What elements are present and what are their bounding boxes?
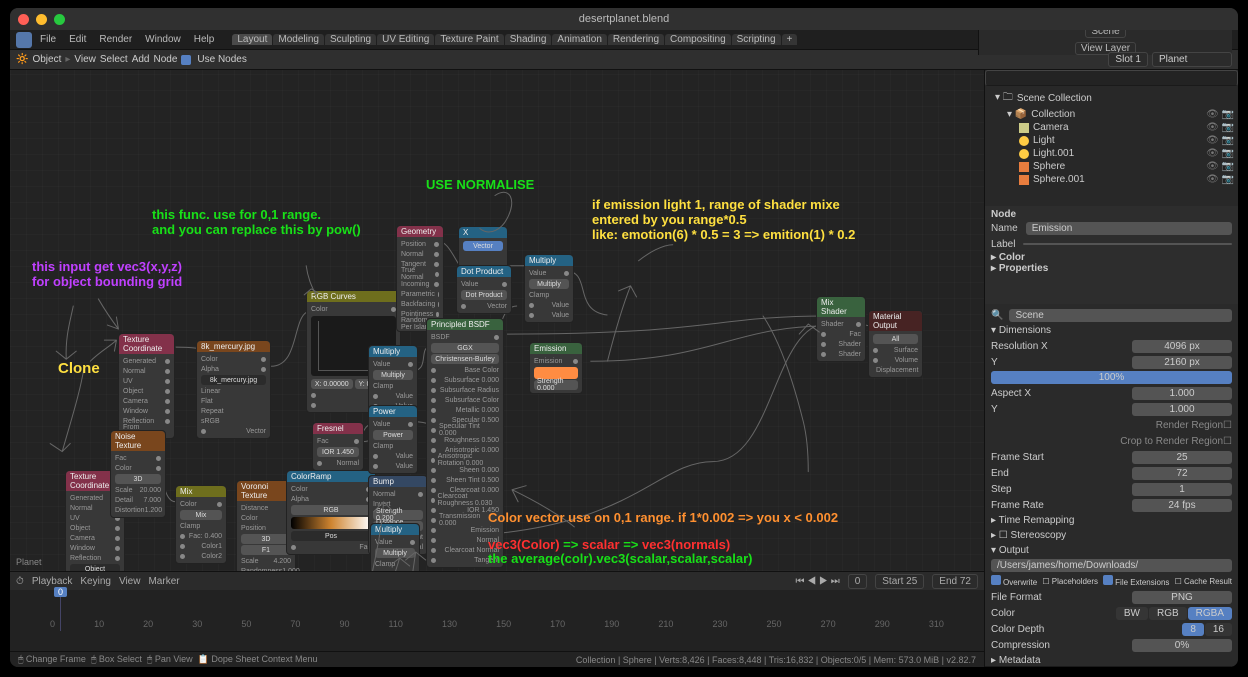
node-header: Fresnel	[313, 423, 363, 434]
blender-icon[interactable]	[16, 32, 32, 48]
node-math-multiply-1[interactable]: Multiply Value Multiply Clamp Value Valu…	[368, 345, 418, 414]
node-math-power[interactable]: Power Value Power Clamp Value Value	[368, 405, 418, 474]
anno-average: the average(colr).vec3(scalar,scalar,sca…	[488, 552, 753, 567]
node-texture-coordinate[interactable]: Texture Coordinate Generated Normal UV O…	[118, 333, 175, 439]
workspace-tabs: Layout Modeling Sculpting UV Editing Tex…	[232, 34, 798, 45]
color-mode-toggle[interactable]: BW RGB RGBA	[1116, 607, 1232, 620]
anno-vec3color: vec3(Color) => scalar => vec3(normals)	[488, 538, 730, 553]
node-header: Texture Coordinate	[119, 334, 174, 354]
timeline-ruler: 010 2030 5070 90110 130150 170190 210230…	[10, 619, 984, 635]
tab-shading[interactable]: Shading	[505, 34, 552, 45]
light-icon	[1019, 149, 1029, 159]
tl-playback[interactable]: Playback	[32, 576, 73, 587]
camera-icon	[1019, 123, 1029, 133]
file-format-dropdown[interactable]: PNG	[1132, 591, 1232, 604]
n-panel-node: Node NameEmission Label ▸ Color ▸ Proper…	[985, 206, 1238, 304]
node-editor[interactable]: Texture Coordinate Generated Normal UV O…	[10, 70, 984, 571]
tab-layout[interactable]: Layout	[232, 34, 272, 45]
tl-end[interactable]: End 72	[932, 574, 978, 589]
node-vector-math-dot[interactable]: Dot Product Value Dot Product Vector	[456, 265, 512, 314]
outliner-search[interactable]	[985, 70, 1238, 86]
node-header: Bump	[369, 476, 427, 487]
outliner[interactable]: ▾ 🗀Scene Collection ▾ 📦Collection👁 📷 Cam…	[985, 86, 1238, 206]
tab-rend[interactable]: Rendering	[608, 34, 664, 45]
node-header: Multiply	[371, 524, 419, 535]
tl-view[interactable]: View	[119, 576, 141, 587]
res-y-field[interactable]: 2160 px	[1132, 356, 1232, 369]
hdr-node[interactable]: Node	[153, 54, 177, 65]
tab-uv[interactable]: UV Editing	[377, 34, 434, 45]
material-dropdown[interactable]: Planet	[1152, 52, 1232, 67]
node-header: Noise Texture	[111, 431, 165, 451]
node-header: 8k_mercury.jpg	[197, 341, 270, 352]
hdr-usenodes: Use Nodes	[197, 54, 246, 65]
node-header: Geometry	[397, 226, 443, 237]
hdr-add[interactable]: Add	[132, 54, 150, 65]
anno-normalise: USE NORMALISE	[426, 178, 534, 193]
tab-comp[interactable]: Compositing	[665, 34, 731, 45]
anno-clone: Clone	[58, 360, 100, 377]
node-fresnel[interactable]: Fresnel Fac IOR 1.450 Normal	[312, 422, 364, 471]
window-titlebar: desertplanet.blend	[10, 8, 1238, 30]
hdr-object[interactable]: Object	[32, 54, 61, 65]
menu-edit[interactable]: Edit	[64, 34, 91, 45]
hdr-select[interactable]: Select	[100, 54, 128, 65]
tab-tex[interactable]: Texture Paint	[435, 34, 503, 45]
node-name-field[interactable]: Emission	[1026, 222, 1232, 235]
tl-marker[interactable]: Marker	[148, 576, 179, 587]
status-stats: Collection | Sphere | Verts:8,426 | Face…	[576, 655, 976, 665]
res-x-field[interactable]: 4096 px	[1132, 340, 1232, 353]
menu-window[interactable]: Window	[140, 34, 186, 45]
tab-add[interactable]: +	[782, 34, 798, 45]
mesh-icon	[1019, 175, 1029, 185]
tl-frame[interactable]: 0	[848, 574, 868, 589]
timeline-panel: ⏱ Playback Keying View Marker ⏮ ◀ ▶ ⏭ 0 …	[10, 571, 984, 651]
anno-emission: if emission light 1, range of shader mix…	[592, 198, 855, 243]
node-separate-xyz[interactable]: X Vector	[458, 226, 508, 269]
tab-script[interactable]: Scripting	[732, 34, 781, 45]
color-depth-toggle[interactable]: 8 16	[1182, 623, 1232, 636]
node-mix-shader[interactable]: Mix Shader Shader Fac Shader Shader	[816, 296, 866, 362]
node-math-multiply-2[interactable]: Multiply Value Multiply Clamp Value	[370, 523, 420, 571]
node-math-multiply-3[interactable]: Multiply Value Multiply Clamp Value Valu…	[524, 254, 574, 323]
node-header: ColorRamp	[287, 471, 375, 482]
node-emission[interactable]: Emission Emission Strength 0.000	[529, 342, 583, 394]
tl-start[interactable]: Start 25	[875, 574, 924, 589]
node-header: RGB Curves	[307, 291, 400, 302]
tab-anim[interactable]: Animation	[552, 34, 606, 45]
tab-sculpting[interactable]: Sculpting	[325, 34, 376, 45]
node-image-texture[interactable]: 8k_mercury.jpg Color Alpha 8k_mercury.jp…	[196, 340, 271, 439]
breadcrumb-material: Planet	[16, 557, 42, 567]
menu-file[interactable]: File	[35, 34, 61, 45]
menu-help[interactable]: Help	[189, 34, 220, 45]
hdr-view[interactable]: View	[74, 54, 96, 65]
anno-pow: this func. use for 0,1 range. and you ca…	[152, 208, 361, 238]
anno-vec3grid: this input get vec3(x,y,z) for object bo…	[32, 260, 182, 290]
menu-render[interactable]: Render	[94, 34, 137, 45]
tl-keying[interactable]: Keying	[80, 576, 111, 587]
node-geometry[interactable]: Geometry Position Normal Tangent True No…	[396, 225, 444, 332]
node-header: Multiply	[369, 346, 417, 357]
status-bar: 🖱 Change Frame 🖱 Box Select 🖱 Pan View 📋…	[10, 651, 984, 667]
node-material-output[interactable]: Material Output All Surface Volume Displ…	[868, 310, 923, 378]
anno-colorvec: Color vector use on 0,1 range. if 1*0.00…	[488, 511, 838, 526]
node-principled-bsdf[interactable]: Principled BSDF BSDF GGX Christensen-Bur…	[426, 318, 504, 568]
mesh-icon	[1019, 162, 1029, 172]
output-path-field[interactable]: /Users/james/home/Downloads/	[991, 559, 1232, 572]
window-title: desertplanet.blend	[10, 13, 1238, 25]
res-pct-slider[interactable]: 100%	[991, 371, 1232, 384]
node-label-field[interactable]	[1023, 243, 1232, 245]
top-menubar: File Edit Render Window Help Layout Mode…	[10, 30, 1238, 50]
tab-modeling[interactable]: Modeling	[273, 34, 324, 45]
use-nodes-checkbox[interactable]	[181, 55, 191, 65]
slot-dropdown[interactable]: Slot 1	[1108, 52, 1148, 67]
node-header: Power	[369, 406, 417, 417]
node-mix-rgb[interactable]: Mix Color Mix Clamp Fac: 0.400 Color1 Co…	[175, 485, 227, 564]
node-noise-texture[interactable]: Noise Texture Fac Color 3D Scale20.000 D…	[110, 430, 166, 518]
node-color-ramp[interactable]: ColorRamp Color Alpha RGB Pos Fac	[286, 470, 376, 555]
light-icon	[1019, 136, 1029, 146]
node-header: Mix	[176, 486, 226, 497]
properties-panel[interactable]: 🔍 Scene ▾ Dimensions Resolution X4096 px…	[985, 304, 1238, 667]
